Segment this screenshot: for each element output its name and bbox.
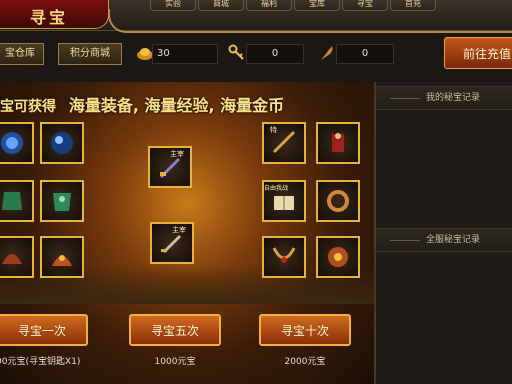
helmet-icon [52, 255, 72, 266]
recharge-button[interactable]: 前往充值 [444, 37, 512, 69]
draw-five-button[interactable]: 寻宝五次 [129, 314, 221, 346]
reward-item-slot[interactable] [40, 122, 84, 164]
blade-icon [160, 158, 180, 178]
nav-tab-3[interactable]: 宝库 [294, 0, 340, 11]
blue-orb-icon [1, 132, 23, 154]
nav-frame [108, 9, 512, 33]
nav-tab-0[interactable]: 实验 [150, 0, 196, 11]
feather-count: 0 [336, 44, 394, 64]
draw-ten-button[interactable]: 寻宝十次 [259, 314, 351, 346]
reward-item-slot[interactable] [316, 122, 360, 164]
feather-icon [318, 44, 336, 62]
nav-tab-4[interactable]: 寻宝 [342, 0, 388, 11]
reward-item-slot[interactable] [262, 236, 306, 278]
treasure-warehouse-button[interactable]: 宝仓库 [0, 43, 44, 65]
featured-item-slot[interactable]: 主宰 [150, 222, 194, 264]
server-records-title: 全服秘宝记录 [426, 235, 481, 245]
header-divider [390, 98, 420, 99]
featured-item-slot[interactable]: 主宰 [148, 146, 192, 188]
nav-tab-2[interactable]: 福利 [246, 0, 292, 11]
bracelet-icon [327, 190, 349, 212]
draw-five-cost: 1000元宝 [154, 357, 196, 367]
banner-text: 宝可获得 海量装备, 海量经验, 海量金币 [0, 92, 374, 116]
sword-icon [161, 235, 181, 253]
gold-ingot-count: 30 [152, 44, 218, 64]
armor-icon [53, 193, 71, 211]
reward-item-slot[interactable] [40, 236, 84, 278]
key-icon [228, 44, 246, 62]
warrior-icon [332, 133, 344, 152]
reward-item-slot[interactable] [0, 236, 34, 278]
draw-ten-cost: 2000元宝 [284, 357, 326, 367]
reward-item-slot[interactable]: 特 [262, 122, 306, 164]
reward-item-slot[interactable]: 自由我战 [262, 180, 306, 222]
reward-item-slot[interactable] [316, 236, 360, 278]
window-title: 寻宝 [30, 8, 69, 27]
spear-icon [272, 130, 296, 154]
draw-once-button[interactable]: 寻宝一次 [0, 314, 88, 346]
reward-item-slot[interactable] [40, 180, 84, 222]
reward-item-slot[interactable] [316, 180, 360, 222]
my-records-title: 我的秘宝记录 [426, 93, 481, 103]
key-count: 0 [246, 44, 304, 64]
server-records-header[interactable]: 全服秘宝记录 [376, 228, 512, 252]
armor-icon [2, 192, 22, 210]
my-records-header[interactable]: 我的秘宝记录 [376, 86, 512, 110]
nav-tab-1[interactable]: 商城 [198, 0, 244, 11]
points-shop-button[interactable]: 积分商城 [58, 43, 122, 65]
draw-once-cost: 00元宝(寻宝钥匙X1) [0, 357, 81, 367]
banner-prefix: 宝可获得 [0, 99, 56, 115]
helmet-icon [2, 254, 22, 264]
necklace-icon [272, 247, 296, 263]
reward-item-slot[interactable] [0, 122, 34, 164]
amulet-icon [328, 247, 348, 267]
banner-slogan: 海量装备, 海量经验, 海量金币 [68, 96, 285, 115]
nav-tab-5[interactable]: 首充 [390, 0, 436, 11]
book-icon [274, 196, 294, 210]
reward-item-slot[interactable] [0, 180, 34, 222]
header-divider [390, 240, 420, 241]
blue-orb-icon [51, 132, 73, 154]
